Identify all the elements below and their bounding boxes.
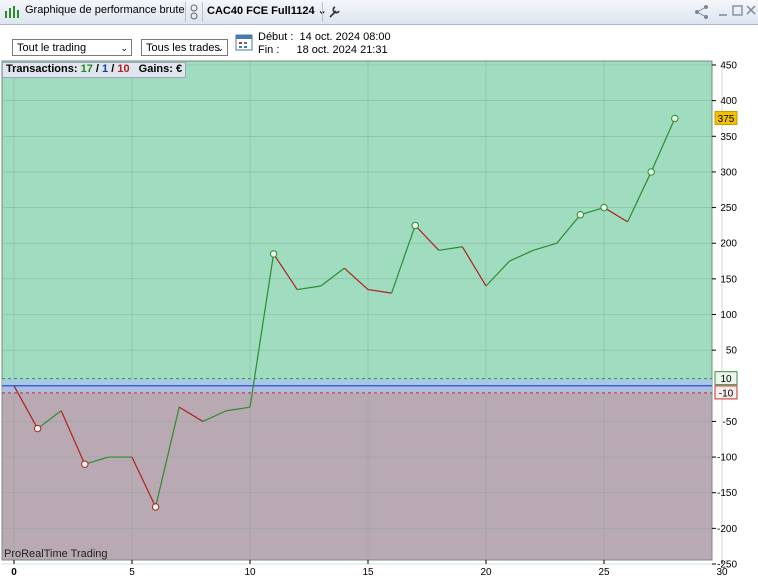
start-value: 14 oct. 2024 08:00 (299, 31, 391, 43)
x-tick-label: 30 (716, 567, 728, 578)
y-axis: 450 400 350 300 250 200 150 100 50 -50 -100 -150 -20… (712, 61, 737, 571)
minimize-icon[interactable] (718, 6, 728, 18)
y-tick-label: 450 (720, 61, 737, 72)
transactions-summary: Transactions: 17 / 1 / 10 Gains: € (2, 62, 187, 78)
x-tick-label: 15 (362, 567, 374, 578)
y-tick-label: 400 (720, 96, 737, 107)
wrench-icon[interactable] (327, 4, 341, 19)
instrument-name: CAC40 FCE Full1124 (207, 5, 315, 17)
y-tick-label: -100 (717, 453, 737, 464)
x-tick-label: 25 (598, 567, 610, 578)
divider (185, 2, 186, 22)
lower-threshold-badge: -10 (719, 388, 734, 399)
y-tick-label: 250 (720, 203, 737, 214)
x-tick-label: 20 (480, 567, 492, 578)
x-tick-label: 0 (11, 567, 17, 578)
trade-marker (671, 114, 679, 123)
trade-marker (269, 250, 278, 258)
end-value: 18 oct. 2024 21:31 (296, 44, 388, 56)
divider (322, 2, 323, 22)
y-tick-label: -50 (723, 417, 738, 428)
trades-select-value: Tous les trades (146, 42, 220, 54)
neutral-count: 1 (102, 63, 109, 75)
x-tick-label: 5 (129, 567, 135, 578)
separator: / (111, 63, 115, 75)
scope-select[interactable]: Tout le trading ⌄ (12, 39, 132, 56)
transactions-label: Transactions: (6, 63, 78, 75)
start-date-row: Début : 14 oct. 2024 08:00 (258, 31, 391, 43)
close-icon[interactable] (746, 5, 757, 17)
y-tick-label: 100 (720, 310, 737, 321)
bar-chart-icon (5, 6, 19, 18)
trade-marker (600, 203, 608, 212)
trade-marker (411, 221, 419, 230)
trade-marker (647, 168, 655, 176)
current-value-badge: 375 (718, 114, 735, 125)
trades-select[interactable]: Tous les trades ⌄ (141, 39, 228, 56)
trade-marker (151, 503, 160, 511)
upper-threshold-badge: 10 (720, 374, 732, 385)
brand-label: ProRealTime Trading (4, 548, 108, 560)
losing-count: 10 (117, 63, 130, 75)
chevron-down-icon: ⌄ (216, 43, 224, 53)
chevron-down-icon: ⌄ (120, 43, 128, 53)
performance-chart[interactable]: 45040035030025020015010050-50-100-150-20… (0, 60, 758, 581)
end-date-row: Fin : 18 oct. 2024 21:31 (258, 44, 388, 56)
x-tick-label: 10 (244, 567, 256, 578)
maximize-icon[interactable] (732, 5, 743, 17)
share-icon[interactable] (694, 4, 710, 20)
x-axis: 0 5 10 15 20 25 30 (11, 560, 728, 578)
separator: / (95, 63, 99, 75)
zero-band (2, 378, 712, 394)
y-tick-label: 50 (726, 346, 738, 357)
winning-count: 17 (80, 63, 93, 75)
loss-zone (2, 385, 712, 560)
y-tick-label: 150 (720, 274, 737, 285)
trade-marker (576, 211, 585, 219)
title-bar: Graphique de performance brute CAC40 FCE… (0, 0, 758, 25)
y-tick-label: -150 (717, 488, 737, 499)
calendar-icon[interactable] (235, 33, 253, 51)
gains-label: Gains: € (138, 63, 183, 75)
y-tick-label: 350 (720, 132, 737, 143)
y-tick-label: 300 (720, 167, 737, 178)
profit-zone (2, 61, 712, 386)
trade-marker (33, 424, 42, 433)
window-title: Graphique de performance brute (25, 4, 185, 16)
y-tick-label: 200 (720, 239, 737, 250)
start-label: Début : (258, 31, 294, 43)
end-label: Fin : (258, 44, 280, 56)
scroll-icon[interactable] (189, 4, 199, 20)
trade-marker (81, 460, 89, 468)
y-tick-label: -200 (717, 524, 737, 535)
instrument-selector[interactable]: CAC40 FCE Full1124 ⌄ (207, 4, 327, 17)
scope-select-value: Tout le trading (17, 42, 87, 54)
divider (202, 2, 203, 22)
